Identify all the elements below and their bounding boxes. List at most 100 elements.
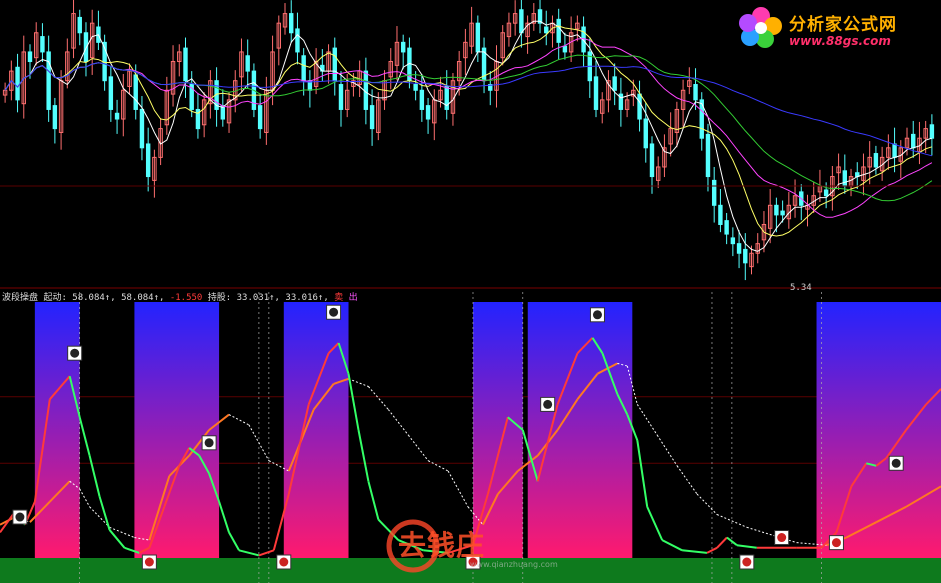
- candle-body: [911, 133, 916, 149]
- signal-icon-glyph: [144, 557, 154, 567]
- candle-body: [873, 153, 879, 168]
- start-line-segment: [681, 549, 708, 554]
- signal-zone: [527, 302, 633, 558]
- candle-body: [562, 45, 568, 53]
- legend-item1-label: 起动:: [43, 293, 67, 303]
- candle-body: [705, 133, 711, 178]
- legend-flag2: 出: [348, 293, 358, 303]
- candle-body: [295, 28, 300, 53]
- legend-item1-value2: 58.084↑,: [121, 293, 165, 303]
- candle-body: [730, 237, 736, 245]
- candle-body: [52, 105, 58, 130]
- hold-line-segment: [387, 409, 409, 436]
- candle-body: [183, 47, 188, 82]
- candle-body: [114, 112, 120, 120]
- candle-body: [413, 84, 418, 91]
- hold-line-segment: [447, 470, 469, 508]
- candle-body: [338, 84, 344, 110]
- candle-body: [593, 76, 599, 110]
- candle-body: [425, 105, 431, 120]
- candle-body: [774, 204, 779, 216]
- candle-body: [929, 124, 935, 139]
- indicator-legend: 波段操盘 起动: 58.084↑, 58.084↑, -1.550 持股: 33…: [2, 290, 358, 303]
- start-line-segment: [646, 506, 664, 541]
- sell-signal-icon: [326, 304, 342, 320]
- legend-item1-value3: -1.550: [169, 293, 203, 303]
- signal-icon-glyph: [543, 399, 553, 409]
- hold-line-segment: [676, 465, 698, 495]
- hold-line-segment: [79, 488, 91, 508]
- flower-logo-icon: [739, 7, 782, 48]
- hold-line-segment: [109, 526, 135, 538]
- candle-body: [693, 84, 698, 101]
- start-line-segment: [661, 539, 683, 552]
- candle-body: [257, 105, 263, 130]
- buy-signal-icon: [276, 554, 292, 570]
- sell-signal-icon: [888, 455, 904, 471]
- candle-body: [556, 18, 561, 43]
- signal-icon-glyph: [742, 557, 752, 567]
- candle-body: [27, 51, 33, 63]
- candle-body: [40, 36, 45, 53]
- signal-icon-glyph: [70, 348, 80, 358]
- candle-body: [46, 51, 51, 110]
- signal-icon-glyph: [777, 533, 787, 543]
- legend-item1-value1: 58.084↑,: [72, 293, 116, 303]
- start-line-segment: [357, 429, 370, 482]
- candle-body: [823, 189, 829, 197]
- price-low-label: 5.34: [790, 283, 812, 293]
- candle-body: [475, 22, 481, 53]
- buy-signal-icon: [739, 554, 755, 570]
- candle-body: [842, 170, 848, 187]
- start-line-segment: [736, 544, 757, 549]
- candle-body: [718, 204, 723, 225]
- legend-item2-label: 持股:: [207, 293, 232, 303]
- signal-zone: [134, 302, 220, 558]
- signal-zone: [816, 302, 941, 558]
- buy-signal-icon: [828, 535, 844, 551]
- candle-body: [133, 74, 138, 110]
- watermark-url: www.qianzhuang.com: [470, 560, 558, 569]
- indicator-name: 波段操盘: [2, 293, 39, 303]
- watermark-text: 去钱庄: [398, 529, 486, 562]
- candle-body: [643, 118, 648, 149]
- site-logo[interactable]: 分析家公式网 www.88gs.com: [735, 4, 935, 50]
- hold-line-segment: [427, 460, 449, 472]
- hold-line-segment: [696, 493, 718, 515]
- buy-signal-icon: [774, 530, 790, 546]
- hold-line-segment: [716, 514, 747, 528]
- candle-body: [519, 9, 524, 34]
- candle-body: [139, 108, 145, 149]
- candle-body: [711, 179, 717, 206]
- start-line-segment: [716, 536, 728, 549]
- start-line-segment: [218, 501, 230, 533]
- candle-body: [612, 76, 617, 91]
- candle-body: [301, 55, 306, 82]
- start-line-segment: [88, 455, 101, 497]
- start-line-segment: [228, 531, 240, 551]
- start-line-segment: [78, 416, 91, 456]
- hold-line-segment: [407, 434, 429, 462]
- candle-body: [544, 26, 549, 34]
- logo-title: 分析家公式网: [789, 15, 897, 35]
- candle-body: [332, 47, 337, 82]
- logo-url: www.88gs.com: [789, 34, 891, 48]
- candle-body: [363, 70, 369, 110]
- signal-icon-glyph: [15, 512, 25, 522]
- legend-flag1: 卖: [334, 293, 344, 303]
- candle-body: [780, 210, 785, 216]
- start-line-segment: [367, 480, 380, 520]
- sell-signal-icon: [540, 396, 556, 412]
- signal-zone: [34, 302, 80, 558]
- hold-line-segment: [368, 386, 389, 410]
- candle-body: [419, 89, 425, 110]
- signal-zone: [283, 302, 349, 558]
- candle-body: [15, 66, 20, 101]
- signal-icon-glyph: [891, 458, 901, 468]
- sell-signal-icon: [12, 509, 28, 525]
- candle-body: [400, 41, 406, 53]
- signal-icon-glyph: [279, 557, 289, 567]
- candle-body: [245, 55, 250, 72]
- signal-icon-glyph: [204, 438, 214, 448]
- signal-icon-glyph: [831, 538, 841, 548]
